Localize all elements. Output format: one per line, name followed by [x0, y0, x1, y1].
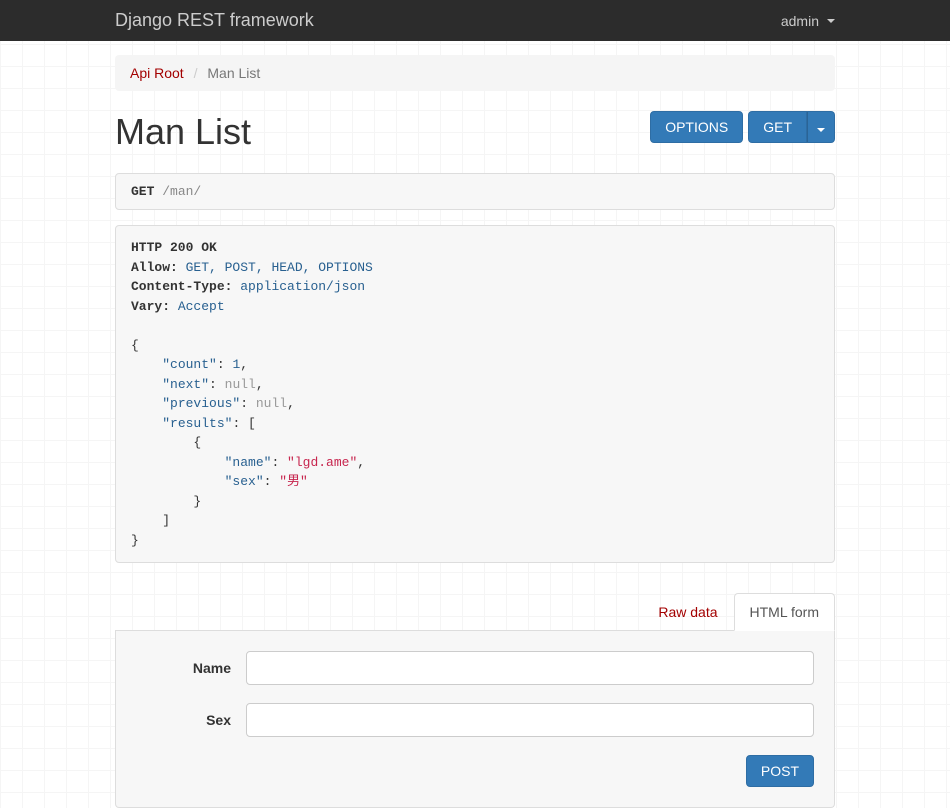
json-count-val: 1 [232, 357, 240, 372]
response-status: HTTP 200 OK [131, 240, 217, 255]
json-next-val: null [225, 377, 256, 392]
caret-down-icon [827, 19, 835, 23]
tab-html-form[interactable]: HTML form [734, 593, 835, 631]
json-previous-key: "previous" [162, 396, 240, 411]
json-next-key: "next" [162, 377, 209, 392]
json-count-key: "count" [162, 357, 217, 372]
form-tabs: Raw data HTML form [115, 593, 835, 631]
breadcrumb: Api Root / Man List [115, 55, 835, 91]
json-previous-val: null [256, 396, 287, 411]
form-panel: Name Sex POST [115, 631, 835, 808]
post-button[interactable]: POST [746, 755, 814, 787]
name-label: Name [136, 660, 246, 676]
request-panel: GET /man/ [115, 173, 835, 210]
page-title: Man List [115, 111, 251, 153]
header-allow-label: Allow: [131, 260, 178, 275]
header-vary-label: Vary: [131, 299, 170, 314]
get-dropdown-button[interactable] [807, 111, 835, 143]
breadcrumb-current: Man List [207, 65, 260, 81]
json-name-key: "name" [225, 455, 272, 470]
request-method: GET [131, 184, 154, 199]
request-path: /man/ [162, 184, 201, 199]
header-allow-value: GET, POST, HEAD, OPTIONS [186, 260, 373, 275]
json-sex-val: "男" [279, 474, 308, 489]
caret-down-icon [817, 128, 825, 132]
header-content-type-label: Content-Type: [131, 279, 232, 294]
user-label: admin [781, 13, 819, 29]
tab-raw-data[interactable]: Raw data [642, 593, 733, 631]
name-field[interactable] [246, 651, 814, 685]
user-dropdown[interactable]: admin [781, 13, 835, 29]
get-button[interactable]: GET [748, 111, 807, 143]
navbar-brand[interactable]: Django REST framework [115, 10, 314, 31]
json-results-key: "results" [162, 416, 232, 431]
breadcrumb-separator: / [188, 65, 204, 81]
response-panel: HTTP 200 OK Allow: GET, POST, HEAD, OPTI… [115, 225, 835, 563]
breadcrumb-root-link[interactable]: Api Root [130, 65, 184, 81]
options-button[interactable]: OPTIONS [650, 111, 743, 143]
sex-label: Sex [136, 712, 246, 728]
header-vary-value: Accept [178, 299, 225, 314]
json-name-val: "lgd.ame" [287, 455, 357, 470]
json-sex-key: "sex" [225, 474, 264, 489]
header-content-type-value: application/json [240, 279, 365, 294]
navbar: Django REST framework admin [0, 0, 950, 41]
sex-field[interactable] [246, 703, 814, 737]
